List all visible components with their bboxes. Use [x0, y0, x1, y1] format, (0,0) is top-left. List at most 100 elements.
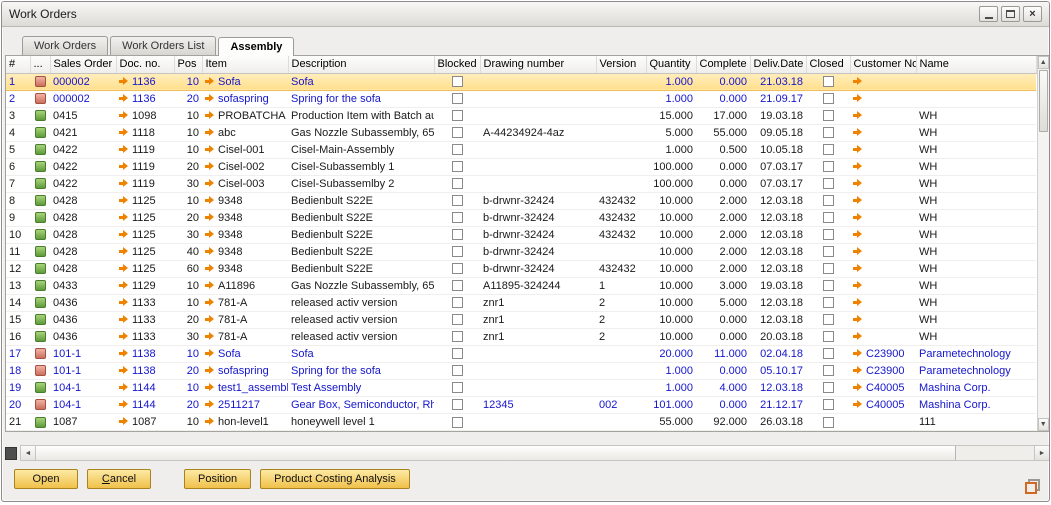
pos-cell[interactable]: 30 [174, 175, 202, 192]
closed-checkbox[interactable] [823, 246, 834, 257]
link-arrow-icon[interactable] [119, 213, 129, 222]
customer-no-cell[interactable] [850, 192, 916, 209]
item-cell[interactable]: test1_assembl [202, 379, 288, 396]
row-number[interactable]: 9 [6, 209, 30, 226]
pos-cell[interactable]: 10 [174, 345, 202, 362]
drawing-number-cell[interactable] [480, 175, 596, 192]
doc-no-cell[interactable]: 1125 [116, 192, 174, 209]
link-arrow-icon[interactable] [119, 162, 129, 171]
pos-cell[interactable]: 10 [174, 141, 202, 158]
doc-no-cell[interactable]: 1118 [116, 124, 174, 141]
item-cell[interactable]: A11896 [202, 277, 288, 294]
column-header-qty[interactable]: Quantity [646, 56, 696, 73]
quantity-cell[interactable]: 10.000 [646, 192, 696, 209]
customer-name-cell[interactable]: WH [916, 260, 1036, 277]
version-cell[interactable]: 002 [596, 396, 646, 413]
column-header-version[interactable]: Version [596, 56, 646, 73]
blocked-checkbox[interactable] [452, 331, 463, 342]
row-number[interactable]: 11 [6, 243, 30, 260]
deliv-date-cell[interactable]: 07.03.17 [750, 158, 806, 175]
sales-order-cell[interactable]: 000002 [50, 90, 116, 107]
column-header-item[interactable]: Item [202, 56, 288, 73]
link-arrow-icon[interactable] [205, 349, 215, 358]
drawing-number-cell[interactable] [480, 73, 596, 90]
quantity-cell[interactable]: 15.000 [646, 107, 696, 124]
work-order-row[interactable]: 19104-1114410test1_assemblTest Assembly1… [6, 379, 1036, 396]
blocked-checkbox[interactable] [452, 297, 463, 308]
sales-order-cell[interactable]: 0433 [50, 277, 116, 294]
closed-checkbox[interactable] [823, 417, 834, 428]
row-number[interactable]: 15 [6, 311, 30, 328]
complete-cell[interactable]: 17.000 [696, 107, 750, 124]
closed-checkbox[interactable] [823, 399, 834, 410]
link-arrow-icon[interactable] [853, 128, 863, 137]
position-button[interactable]: Position [184, 469, 251, 489]
version-cell[interactable]: 432432 [596, 192, 646, 209]
item-cell[interactable]: hon-level1 [202, 413, 288, 430]
quantity-cell[interactable]: 1.000 [646, 73, 696, 90]
column-header-complete[interactable]: Complete [696, 56, 750, 73]
customer-name-cell[interactable]: WH [916, 226, 1036, 243]
closed-checkbox[interactable] [823, 331, 834, 342]
quantity-cell[interactable]: 10.000 [646, 294, 696, 311]
item-cell[interactable]: 9348 [202, 243, 288, 260]
item-cell[interactable]: sofaspring [202, 90, 288, 107]
drawing-number-cell[interactable] [480, 345, 596, 362]
complete-cell[interactable]: 0.000 [696, 362, 750, 379]
pos-cell[interactable]: 20 [174, 158, 202, 175]
pos-cell[interactable]: 20 [174, 209, 202, 226]
version-cell[interactable] [596, 90, 646, 107]
version-cell[interactable]: 2 [596, 328, 646, 345]
sales-order-cell[interactable]: 0422 [50, 175, 116, 192]
link-arrow-icon[interactable] [119, 281, 129, 290]
quantity-cell[interactable]: 10.000 [646, 243, 696, 260]
complete-cell[interactable]: 2.000 [696, 192, 750, 209]
work-order-row[interactable]: 1104281125409348Bedienbult S22Eb-drwnr-3… [6, 243, 1036, 260]
deliv-date-cell[interactable]: 12.03.18 [750, 209, 806, 226]
link-arrow-icon[interactable] [853, 281, 863, 290]
link-arrow-icon[interactable] [853, 230, 863, 239]
customer-no-cell[interactable] [850, 328, 916, 345]
version-cell[interactable] [596, 345, 646, 362]
link-arrow-icon[interactable] [205, 145, 215, 154]
deliv-date-cell[interactable]: 12.03.18 [750, 260, 806, 277]
closed-checkbox[interactable] [823, 76, 834, 87]
link-arrow-icon[interactable] [853, 162, 863, 171]
pos-cell[interactable]: 10 [174, 107, 202, 124]
doc-no-cell[interactable]: 1136 [116, 90, 174, 107]
blocked-checkbox[interactable] [452, 417, 463, 428]
description-cell[interactable]: released activ version [288, 328, 434, 345]
deliv-date-cell[interactable]: 12.03.18 [750, 379, 806, 396]
drawing-number-cell[interactable]: b-drwnr-32424 [480, 192, 596, 209]
customer-name-cell[interactable]: 111 [916, 413, 1036, 430]
deliv-date-cell[interactable]: 12.03.18 [750, 243, 806, 260]
link-arrow-icon[interactable] [119, 247, 129, 256]
deliv-date-cell[interactable]: 21.12.17 [750, 396, 806, 413]
drawing-number-cell[interactable] [480, 107, 596, 124]
minimize-button[interactable] [979, 6, 998, 22]
sales-order-cell[interactable]: 0436 [50, 311, 116, 328]
customer-name-cell[interactable]: WH [916, 158, 1036, 175]
link-arrow-icon[interactable] [205, 247, 215, 256]
row-number[interactable]: 16 [6, 328, 30, 345]
open-button[interactable]: Open [14, 469, 78, 489]
customer-no-cell[interactable]: C40005 [850, 379, 916, 396]
item-cell[interactable]: 781-A [202, 294, 288, 311]
link-arrow-icon[interactable] [119, 111, 129, 120]
description-cell[interactable]: Cisel-Subassemlby 2 [288, 175, 434, 192]
quantity-cell[interactable]: 100.000 [646, 158, 696, 175]
closed-checkbox[interactable] [823, 93, 834, 104]
pos-cell[interactable]: 10 [174, 294, 202, 311]
complete-cell[interactable]: 0.000 [696, 158, 750, 175]
doc-no-cell[interactable]: 1125 [116, 226, 174, 243]
doc-no-cell[interactable]: 1129 [116, 277, 174, 294]
customer-no-cell[interactable] [850, 226, 916, 243]
doc-no-cell[interactable]: 1133 [116, 311, 174, 328]
description-cell[interactable]: Gear Box, Semiconductor, Rhx [288, 396, 434, 413]
horizontal-scrollbar[interactable]: ◄ ► [20, 445, 1050, 461]
tab-work-orders-list[interactable]: Work Orders List [110, 36, 216, 55]
deliv-date-cell[interactable]: 05.10.17 [750, 362, 806, 379]
drawing-number-cell[interactable]: b-drwnr-32424 [480, 209, 596, 226]
complete-cell[interactable]: 92.000 [696, 413, 750, 430]
link-arrow-icon[interactable] [119, 349, 129, 358]
